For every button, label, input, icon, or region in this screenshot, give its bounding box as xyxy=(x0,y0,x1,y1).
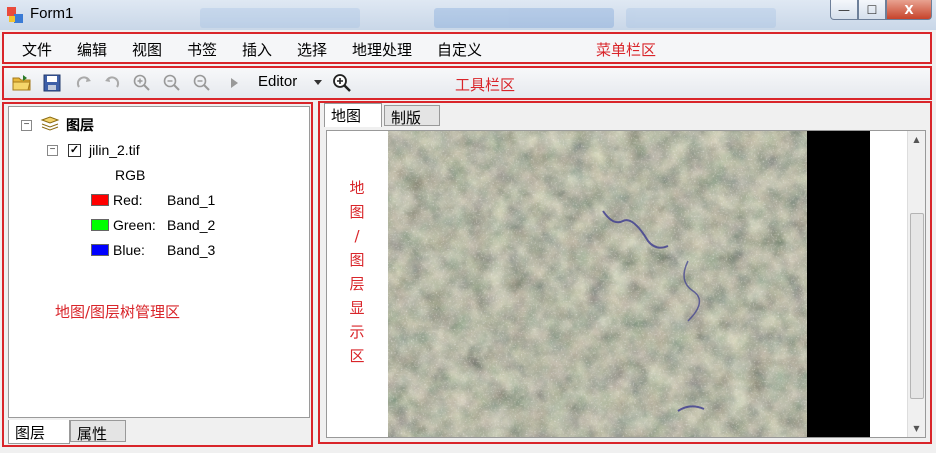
toc-layer-row[interactable]: − ✓ jilin_2.tif xyxy=(47,142,140,158)
menu-view[interactable]: 视图 xyxy=(132,39,162,60)
toc-region-label: 地图/图层树管理区 xyxy=(55,303,181,321)
background-ghost-tabs xyxy=(200,6,800,28)
window-title: Form1 xyxy=(30,5,74,22)
menu-bookmarks[interactable]: 书签 xyxy=(187,39,217,60)
raster-image xyxy=(388,131,870,437)
tab-properties[interactable]: 属性 xyxy=(70,420,126,443)
map-region-label: 地 图 / 图 层 显 示 区 xyxy=(349,179,365,365)
menu-file[interactable]: 文件 xyxy=(22,39,52,60)
map-panel: 地图 制版 地 图 / 图 层 显 示 区 ▲ ▼ xyxy=(318,101,932,444)
toc-renderer-row: RGB xyxy=(115,167,145,183)
scroll-thumb[interactable] xyxy=(910,213,924,399)
menu-customize[interactable]: 自定义 xyxy=(437,39,482,60)
collapse-icon[interactable]: − xyxy=(47,144,58,156)
open-folder-icon[interactable] xyxy=(12,73,32,93)
band-name-label: Band_3 xyxy=(167,242,216,258)
scroll-down-icon[interactable]: ▼ xyxy=(908,420,925,437)
close-icon: X xyxy=(904,2,914,17)
zoom-in-icon[interactable] xyxy=(132,73,152,93)
band-channel-label: Red: xyxy=(113,192,143,208)
band-channel-label: Blue: xyxy=(113,242,145,258)
map-vertical-scrollbar[interactable]: ▲ ▼ xyxy=(907,131,925,437)
menu-insert[interactable]: 插入 xyxy=(242,39,272,60)
undo-icon[interactable] xyxy=(102,73,122,93)
zoom-in-tool-icon[interactable] xyxy=(332,73,352,93)
layers-icon xyxy=(40,115,60,135)
toc-root-row[interactable]: − 图层 xyxy=(21,115,94,135)
scroll-up-icon[interactable]: ▲ xyxy=(908,131,925,148)
menu-geoprocessing[interactable]: 地理处理 xyxy=(352,39,412,60)
tab-map[interactable]: 地图 xyxy=(324,103,382,127)
toc-band-row[interactable]: Red: Band_1 xyxy=(91,192,215,208)
map-display[interactable]: 地 图 / 图 层 显 示 区 ▲ ▼ xyxy=(326,130,926,438)
maximize-icon: ☐ xyxy=(866,2,878,17)
renderer-label: RGB xyxy=(115,167,146,183)
band-name-label: Band_2 xyxy=(167,217,216,233)
zoom-out-icon[interactable] xyxy=(162,73,182,93)
band-name-label: Band_1 xyxy=(167,192,216,208)
layer-tree: − 图层 − ✓ jilin_2.tif RGB Red: Band_1 Gre… xyxy=(8,106,310,418)
maximize-button[interactable]: ☐ xyxy=(858,0,886,20)
app-icon xyxy=(7,7,23,23)
red-swatch xyxy=(91,194,109,206)
minimize-button[interactable]: — xyxy=(830,0,858,20)
layer-visibility-checkbox[interactable]: ✓ xyxy=(68,143,81,157)
layer-name: jilin_2.tif xyxy=(89,142,140,158)
tab-layers[interactable]: 图层 xyxy=(8,420,70,444)
toolbar-region-label: 工具栏区 xyxy=(455,76,516,94)
window-controls: — ☐ X xyxy=(830,0,932,20)
redo-icon[interactable] xyxy=(74,73,94,93)
toc-panel: − 图层 − ✓ jilin_2.tif RGB Red: Band_1 Gre… xyxy=(2,102,313,447)
green-swatch xyxy=(91,219,109,231)
band-channel-label: Green: xyxy=(113,217,156,233)
menu-selection[interactable]: 选择 xyxy=(297,39,327,60)
menu-bar: 文件 编辑 视图 书签 插入 选择 地理处理 自定义 菜单栏区 xyxy=(2,32,932,64)
tab-layout[interactable]: 制版 xyxy=(384,105,440,127)
collapse-icon[interactable]: − xyxy=(21,119,32,131)
save-icon[interactable] xyxy=(42,73,62,93)
editor-dropdown-label[interactable]: Editor xyxy=(258,73,297,90)
chevron-down-icon[interactable] xyxy=(312,73,324,93)
toc-band-row[interactable]: Green: Band_2 xyxy=(91,217,215,233)
minimize-icon: — xyxy=(838,2,850,17)
menubar-region-label: 菜单栏区 xyxy=(596,41,657,59)
toc-root-label: 图层 xyxy=(66,117,94,133)
close-button[interactable]: X xyxy=(886,0,932,20)
title-bar: Form1 — ☐ X xyxy=(0,0,936,30)
zoom-out-fixed-icon[interactable] xyxy=(192,73,212,93)
toolbar: Editor 工具栏区 xyxy=(2,66,932,100)
menu-edit[interactable]: 编辑 xyxy=(77,39,107,60)
toc-band-row[interactable]: Blue: Band_3 xyxy=(91,242,215,258)
blue-swatch xyxy=(91,244,109,256)
select-arrow-icon[interactable] xyxy=(224,73,244,93)
